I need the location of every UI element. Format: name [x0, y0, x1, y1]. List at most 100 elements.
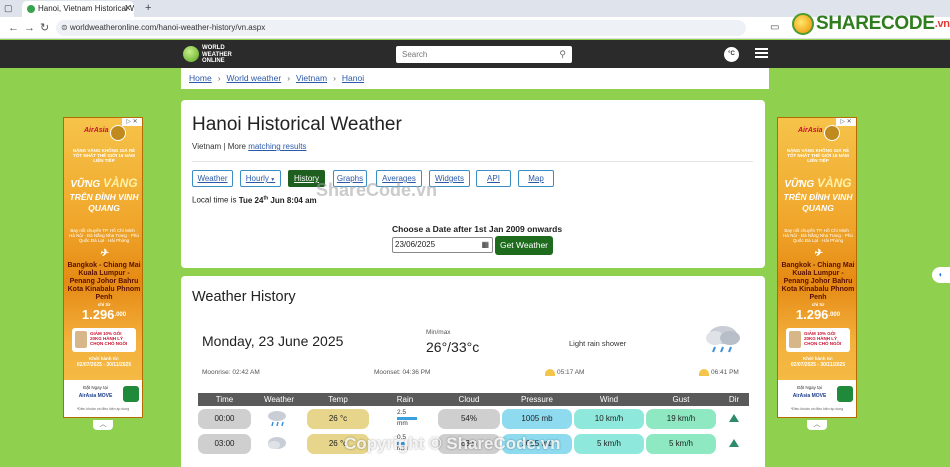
airasia-move-icon[interactable]: [123, 386, 139, 402]
forward-icon[interactable]: →: [24, 20, 35, 36]
cell-wind: 5 km/h: [574, 434, 644, 454]
col-temp: Temp: [328, 395, 348, 404]
cell-wind: 10 km/h: [574, 409, 644, 429]
get-weather-button[interactable]: Get Weather: [495, 236, 553, 255]
search-icon[interactable]: ⚲: [559, 46, 566, 63]
calendar-icon[interactable]: ▦: [481, 238, 489, 252]
sunrise: 05:17 AM: [545, 369, 584, 376]
menu-icon[interactable]: [755, 48, 768, 58]
ad-period-label: Khởi hành từ:: [803, 356, 833, 361]
search-placeholder: Search: [402, 50, 428, 59]
section-heading: Weather History: [192, 289, 296, 305]
col-pressure: Pressure: [520, 395, 553, 404]
table-header: Time Weather Temp Rain Cloud Pressure Wi…: [198, 393, 749, 406]
site-logo[interactable]: WORLD WEATHER ONLINE: [183, 43, 235, 65]
moonset: Moonset: 04:36 PM: [374, 369, 431, 376]
date-picker-label: Choose a Date after 1st Jan 2009 onwards: [392, 224, 563, 234]
location-subline: Vietnam | More matching results: [192, 142, 307, 151]
matching-results-link[interactable]: matching results: [248, 142, 306, 151]
local-time: Local time is Tue 24th Jun 8:04 am: [192, 195, 317, 205]
breadcrumb-hanoi[interactable]: Hanoi: [342, 73, 364, 83]
site-info-icon[interactable]: ⊜: [61, 20, 68, 36]
col-weather: Weather: [263, 395, 295, 404]
ad-banner-left[interactable]: ▷ ✕ AirAsia NĂNG VÀNG KHÔNG GIÁ RẺ TỐT N…: [63, 117, 143, 418]
airasia-move-icon[interactable]: [837, 386, 853, 402]
sunrise-icon: [545, 369, 555, 376]
divider: [192, 161, 753, 162]
chevron-right-icon: ›: [287, 73, 291, 83]
tab-weather[interactable]: Weather: [192, 170, 233, 187]
minmax-label: Min/max: [426, 329, 451, 336]
cell-gust: 19 km/h: [646, 409, 716, 429]
date-input[interactable]: 23/06/2025 ▦: [392, 237, 493, 253]
ad-disclaimer: *Điều khoản và điều kiện áp dụng: [76, 407, 130, 411]
install-app-icon[interactable]: ▭: [770, 20, 779, 36]
page-title: Hanoi Historical Weather: [192, 114, 402, 135]
ad-price: 1.296.000: [81, 307, 127, 322]
ad-close-icon[interactable]: ▷ ✕: [836, 118, 856, 126]
back-icon[interactable]: ←: [8, 20, 19, 36]
cell-time: 00:00: [198, 409, 251, 429]
ad-tagline: NĂNG VÀNG KHÔNG GIÁ RẺ TỐT NHẤT THẾ GIỚI…: [72, 148, 136, 163]
ad-headline-2: TRÊN ĐỈNH VINH QUANG: [69, 192, 139, 213]
reload-icon[interactable]: ↻: [40, 20, 49, 36]
col-wind: Wind: [599, 395, 619, 404]
ad-cta-label: Đặt Ngay tại: [797, 385, 822, 390]
url-field[interactable]: ⊜ worldweatheronline.com/hanoi-weather-h…: [56, 20, 746, 36]
ad-close-icon[interactable]: ▷ ✕: [122, 118, 142, 126]
plane-icon: ✈: [813, 248, 823, 259]
ad-cta-panel: Đặt Ngay tại AirAsia MOVE *Điều khoản và…: [778, 380, 856, 417]
logo-line: WORLD: [202, 45, 225, 51]
sunset: 06:41 PM: [699, 369, 739, 376]
breadcrumb-home[interactable]: Home: [189, 73, 212, 83]
award-badge-icon: [110, 125, 126, 141]
ad-routes: Bangkok - Chiang Mai Kuala Lumpur - Pena…: [781, 262, 855, 301]
ad-tagline: NĂNG VÀNG KHÔNG GIÁ RẺ TỐT NHẤT THẾ GIỚI…: [786, 148, 850, 163]
tab-close-icon[interactable]: ✕: [124, 0, 132, 16]
logo-line: ONLINE: [202, 58, 225, 64]
url-text: worldweatheronline.com/hanoi-weather-his…: [70, 23, 266, 32]
day-title: Monday, 23 June 2025: [202, 333, 344, 349]
condition-text: Light rain shower: [569, 339, 627, 348]
tab-hourly[interactable]: Hourly ▼: [240, 170, 281, 187]
breadcrumb-vietnam[interactable]: Vietnam: [296, 73, 327, 83]
minmax-value: 26°/33°c: [426, 339, 480, 355]
unit-toggle-button[interactable]: °C: [724, 47, 739, 62]
ad-headline: VỮNG VÀNG: [70, 176, 138, 190]
ad-period: 02/07/2025 - 30/11/2025: [76, 362, 132, 368]
location-card: Hanoi Historical Weather Vietnam | More …: [181, 100, 765, 268]
ad-banner-right[interactable]: ▷ ✕ AirAsia NĂNG VÀNG KHÔNG GIÁ RẺ TỐT N…: [777, 117, 857, 418]
rain-cloud-icon: [268, 411, 286, 427]
table-row: 00:00 26 °c 2.5 mm 54% 1005 mb 10 km/h 19…: [198, 408, 749, 430]
tab-map[interactable]: Map: [518, 170, 554, 187]
logo-line: WEATHER: [202, 51, 232, 58]
ad-route-intro: Bay nối chuyến TP. Hồ Chí Minh · Hà Nội …: [69, 228, 139, 243]
browser-tab[interactable]: Hanoi, Vietnam Historical Weat: [22, 1, 134, 17]
tab-menu-icon[interactable]: ▢: [4, 0, 13, 17]
sharecode-logo: SHARECODE.vn: [792, 10, 950, 38]
cell-gust: 5 km/h: [646, 434, 716, 454]
plane-icon: ✈: [99, 248, 109, 259]
cell-rain: 2.5 mm: [397, 409, 417, 427]
tab-api[interactable]: API: [476, 170, 511, 187]
ad-cta-panel: Đặt Ngay tại AirAsia MOVE *Điều khoản và…: [64, 380, 142, 417]
airasia-logo: AirAsia: [84, 127, 109, 134]
ad-collapse-left[interactable]: ︿: [93, 420, 113, 430]
ad-route-intro: Bay nối chuyến TP. Hồ Chí Minh · Hà Nội …: [783, 228, 853, 243]
breadcrumb: Home › World weather › Vietnam › Hanoi: [181, 68, 769, 89]
breadcrumb-world-weather[interactable]: World weather: [227, 73, 282, 83]
ad-collapse-right[interactable]: ︿: [807, 420, 827, 430]
ad-price: 1.296.000: [795, 307, 841, 322]
site-search-input[interactable]: Search ⚲: [396, 46, 572, 63]
side-panel-toggle-icon[interactable]: ◐: [932, 267, 950, 283]
chevron-right-icon: ›: [217, 73, 221, 83]
chevron-right-icon: ›: [333, 73, 336, 83]
country-label: Vietnam: [192, 142, 222, 151]
ad-headline-2: TRÊN ĐỈNH VINH QUANG: [783, 192, 853, 213]
airasia-logo: AirAsia: [798, 127, 823, 134]
site-header: WORLD WEATHER ONLINE Search ⚲ °C: [0, 40, 950, 68]
new-tab-button[interactable]: +: [145, 0, 151, 17]
sharecode-ball-icon: [792, 13, 814, 35]
col-gust: Gust: [672, 395, 690, 404]
moonrise: Moonrise: 02:42 AM: [202, 369, 260, 376]
